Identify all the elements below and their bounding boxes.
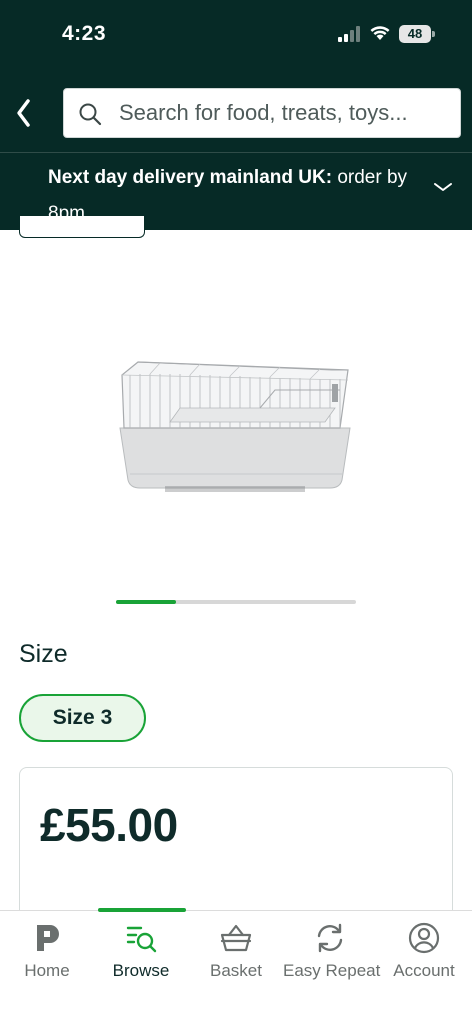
search-input[interactable] — [119, 89, 454, 137]
tab-label: Browse — [112, 961, 170, 980]
delivery-bold-text: Next day delivery mainland UK: — [48, 167, 333, 188]
tab-label: Basket — [210, 961, 262, 980]
battery-icon: 48 — [399, 25, 435, 43]
tab-account[interactable]: Account — [377, 911, 471, 991]
carousel-progress-fill — [116, 600, 176, 604]
status-time: 4:23 — [62, 22, 107, 45]
search-bar[interactable] — [63, 88, 461, 138]
account-icon — [408, 922, 440, 954]
bottom-tab-bar: Home Browse Basket Easy Repeat Account — [0, 908, 472, 1024]
battery-level: 48 — [399, 25, 431, 43]
basket-icon — [220, 924, 252, 952]
divider — [0, 152, 472, 153]
tab-browse[interactable]: Browse — [94, 911, 188, 991]
size-option-selected[interactable]: Size 3 — [19, 694, 146, 742]
status-bar: 4:23 48 — [0, 0, 472, 70]
tab-basket[interactable]: Basket — [189, 911, 283, 991]
signal-icon — [338, 26, 360, 42]
pets-logo-icon — [37, 925, 59, 951]
tab-label: Home — [24, 961, 70, 980]
tab-home[interactable]: Home — [0, 911, 94, 991]
size-heading: Size — [19, 640, 68, 668]
rodent-cage-image[interactable] — [110, 350, 360, 500]
carousel-progress — [116, 600, 356, 604]
tab-label: Easy Repeat — [283, 961, 381, 980]
tab-label: Account — [393, 961, 455, 980]
repeat-icon — [317, 923, 343, 953]
search-icon — [79, 103, 102, 126]
chevron-down-icon[interactable] — [432, 180, 454, 194]
back-chevron-icon[interactable] — [12, 96, 36, 130]
tab-easy-repeat[interactable]: Easy Repeat — [283, 911, 381, 991]
browse-search-icon — [126, 926, 157, 953]
header: 4:23 48 Next day delivery mainland UK: o… — [0, 0, 472, 230]
price: £55.00 — [40, 799, 178, 851]
product-badge — [19, 216, 145, 238]
wifi-icon — [370, 26, 390, 40]
